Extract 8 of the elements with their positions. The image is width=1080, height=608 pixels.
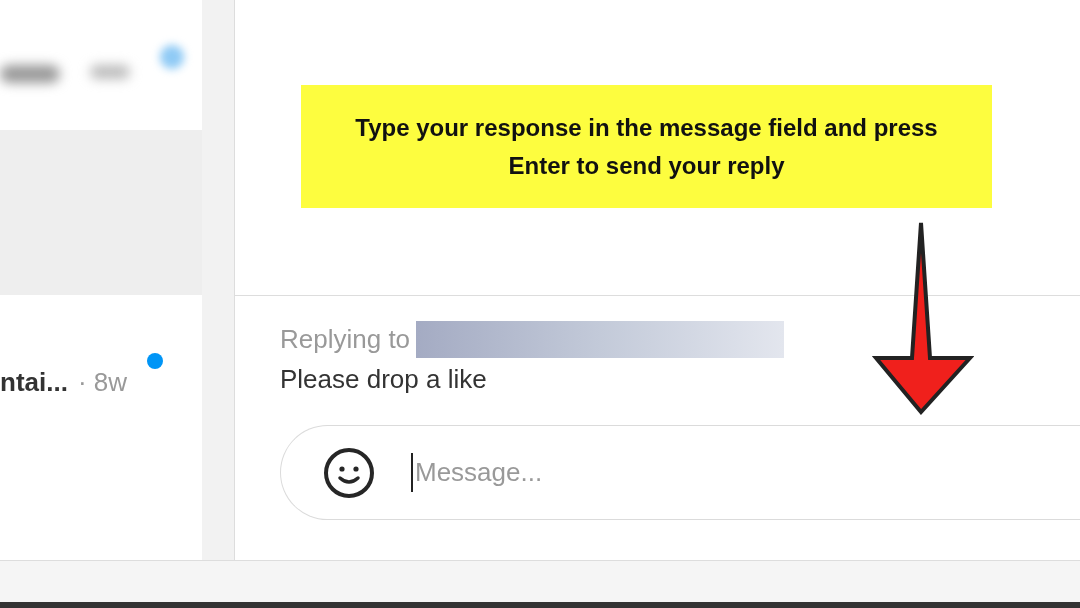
replying-label: Replying to [280,323,411,356]
message-time: · 8w [77,366,128,399]
callout-text: Type your response in the message field and press Enter to send your reply [354,112,939,181]
message-preview: ntai... [0,366,68,399]
quoted-message: Please drop a like [280,363,488,396]
message-composer[interactable]: Message... [280,425,1080,520]
emoji-icon[interactable] [323,446,375,499]
message-field[interactable]: Message... [411,453,1080,492]
